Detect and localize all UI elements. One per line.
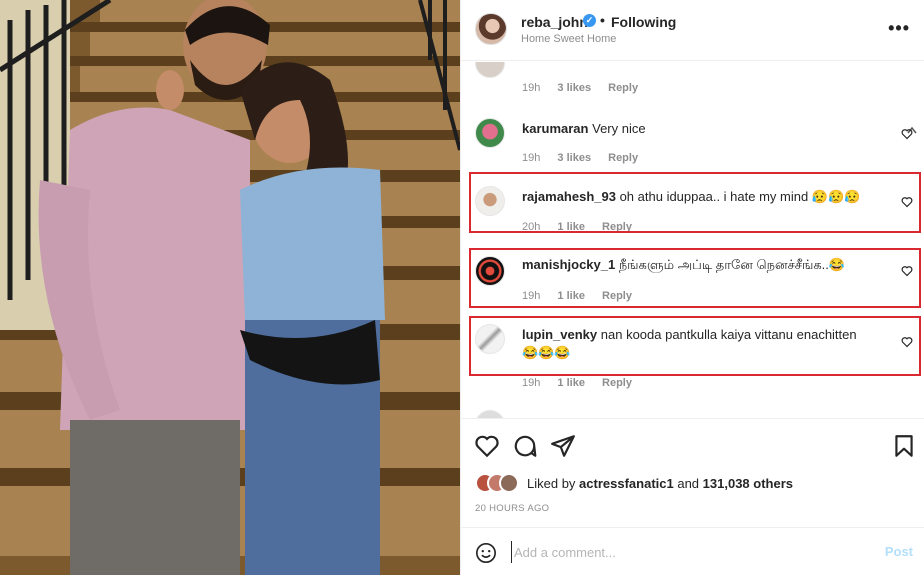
reply-button[interactable]: Reply: [608, 82, 638, 94]
comment-meta: 19h 3 likes Reply: [522, 152, 652, 164]
comment-username[interactable]: rajamahesh_93: [522, 189, 616, 204]
comment-item: manishjocky_1 நீங்களும் அப்டி தானே நெனச்…: [461, 254, 924, 304]
verified-badge-icon: ✓: [583, 14, 596, 27]
avatar[interactable]: [475, 62, 505, 78]
comment-text: rajamahesh_93 oh athu iduppaa.. i hate m…: [522, 188, 892, 206]
smiley-icon[interactable]: [475, 542, 497, 564]
comment-body: Very nice: [592, 121, 646, 136]
paper-plane-icon[interactable]: [550, 433, 576, 459]
add-comment-bar: Post: [461, 527, 924, 575]
liked-by-text: Liked by actressfanatic1 and 131,038 oth…: [527, 476, 793, 491]
like-comment-heart-icon[interactable]: [901, 196, 913, 208]
comment-username[interactable]: karumaran: [522, 121, 588, 136]
like-comment-heart-icon[interactable]: [901, 336, 913, 348]
comment-text: manishjocky_1 நீங்களும் அப்டி தானே நெனச்…: [522, 256, 892, 274]
comment-time: 19h: [522, 82, 541, 94]
comment-likes[interactable]: 1 like: [557, 221, 585, 231]
comment-meta: 20h 1 like Reply: [522, 221, 646, 231]
liked-by-others[interactable]: 131,038 others: [703, 476, 793, 491]
post-photo[interactable]: [0, 0, 460, 575]
more-options-icon[interactable]: •••: [888, 18, 910, 39]
comment-text: karumaran Very nice: [522, 120, 892, 138]
like-comment-heart-icon[interactable]: [901, 128, 913, 140]
comment-meta: 19h 1 like Reply: [522, 290, 646, 302]
following-button[interactable]: Following: [611, 14, 676, 30]
reply-button[interactable]: Reply: [602, 377, 632, 389]
avatar[interactable]: [475, 118, 505, 148]
heart-icon[interactable]: [474, 433, 500, 459]
avatar: [499, 473, 519, 493]
reply-button[interactable]: Reply: [608, 152, 638, 164]
liked-by-user[interactable]: actressfanatic1: [579, 476, 674, 491]
post-comment-button[interactable]: Post: [885, 544, 913, 559]
post-actions-bar: [461, 418, 924, 473]
comment-username[interactable]: manishjocky_1: [522, 257, 615, 272]
avatar[interactable]: [475, 410, 505, 418]
add-comment-input[interactable]: [511, 541, 871, 563]
comment-item: lupin_venky nan kooda pantkulla kaiya vi…: [461, 324, 924, 394]
comment-time: 20h: [522, 221, 541, 231]
liker-avatars[interactable]: [475, 473, 527, 493]
post-timestamp[interactable]: 20 HOURS AGO: [475, 503, 549, 514]
avatar[interactable]: [475, 324, 505, 354]
bookmark-icon[interactable]: [891, 433, 917, 459]
post-details-panel: reba_john ✓ • Following Home Sweet Home …: [460, 0, 924, 575]
comment-time: 19h: [522, 152, 541, 164]
liked-by-row: Liked by actressfanatic1 and 131,038 oth…: [461, 470, 924, 498]
post-header: reba_john ✓ • Following Home Sweet Home …: [461, 0, 924, 61]
comment-icon[interactable]: [512, 433, 538, 459]
comment-text: lupin_venky nan kooda pantkulla kaiya vi…: [522, 326, 862, 362]
post-location[interactable]: Home Sweet Home: [521, 33, 616, 45]
comment-body: oh athu iduppaa.. i hate my mind 😥😥😥: [619, 189, 861, 204]
liked-by-and: and: [677, 476, 700, 491]
comment-time: 19h: [522, 377, 541, 389]
post-image: [0, 0, 460, 575]
avatar[interactable]: [475, 186, 505, 216]
comment-meta: 19h 3 likes Reply: [522, 82, 652, 94]
like-comment-heart-icon[interactable]: [901, 265, 913, 277]
author-username[interactable]: reba_john: [521, 14, 588, 30]
comment-meta: 19h 1 like Reply: [522, 377, 646, 389]
comment-likes[interactable]: 1 like: [557, 377, 585, 389]
reply-button[interactable]: Reply: [602, 290, 632, 302]
comments-list[interactable]: 19h 3 likes Reply karumaran Very nice 19…: [461, 62, 924, 418]
reply-button[interactable]: Reply: [602, 221, 632, 231]
author-avatar[interactable]: [475, 13, 507, 45]
liked-by-prefix: Liked by: [527, 476, 576, 491]
comment-body: நீங்களும் அப்டி தானே நெனச்சீங்க..😂: [618, 257, 846, 272]
avatar[interactable]: [475, 256, 505, 286]
comment-username[interactable]: lupin_venky: [522, 327, 597, 342]
comment-likes[interactable]: 3 likes: [557, 82, 591, 94]
comment-item: rajamahesh_93 oh athu iduppaa.. i hate m…: [461, 184, 924, 234]
comment-likes[interactable]: 1 like: [557, 290, 585, 302]
comment-partial: 19h 3 likes Reply: [461, 62, 924, 110]
comment-item: karumaran Very nice 19h 3 likes Reply: [461, 116, 924, 176]
comment-likes[interactable]: 3 likes: [557, 152, 591, 164]
comment-time: 19h: [522, 290, 541, 302]
header-separator: •: [600, 12, 605, 28]
